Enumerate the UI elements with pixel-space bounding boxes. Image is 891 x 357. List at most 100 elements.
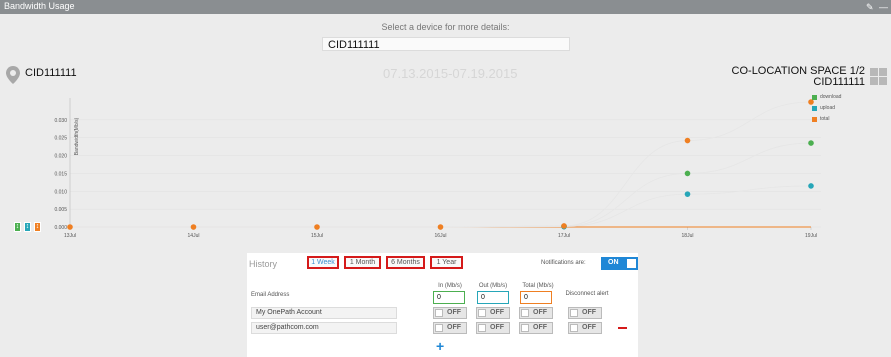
toggle-state: OFF xyxy=(447,324,461,331)
out-threshold-input[interactable]: 0 xyxy=(477,291,509,304)
y-tick-label: 0.025 xyxy=(54,136,67,142)
grid-view-icon[interactable] xyxy=(870,68,878,76)
y-tick-label: 0.030 xyxy=(54,118,67,124)
disconnect-alert-toggle[interactable]: OFF xyxy=(568,322,602,334)
grid-view-icon[interactable] xyxy=(879,68,887,76)
toggle-knob xyxy=(627,259,636,268)
remove-icon[interactable] xyxy=(618,327,627,329)
toggle-knob xyxy=(521,309,529,317)
location-pin-icon xyxy=(6,66,20,84)
zoom-orange-icon[interactable]: ↕ xyxy=(34,222,41,232)
toggle-state: OFF xyxy=(447,309,461,316)
disconnect-column-header: Disconnect alert xyxy=(565,291,609,297)
zoom-green-icon[interactable]: ↕ xyxy=(14,222,21,232)
legend-label: upload xyxy=(820,105,836,111)
toggle-state: OFF xyxy=(582,309,596,316)
in-alert-toggle[interactable]: OFF xyxy=(433,322,467,334)
bandwidth-chart: 0.000 0.005 0.010 0.015 0.020 0.025 0.030 Bandw… xyxy=(54,98,821,239)
total-threshold-input[interactable]: 0 xyxy=(520,291,552,304)
legend-item-download[interactable]: download xyxy=(812,94,841,100)
toggle-knob xyxy=(435,309,443,317)
toggle-state: OFF xyxy=(533,324,547,331)
device-select-prompt: Select a device for more details: xyxy=(381,22,510,32)
device-select-input[interactable]: CID111111 xyxy=(322,37,570,51)
total-alert-toggle[interactable]: OFF xyxy=(519,322,553,334)
series-line-upload xyxy=(69,185,812,228)
total-alert-toggle[interactable]: OFF xyxy=(519,307,553,319)
add-icon[interactable]: + xyxy=(436,339,444,353)
y-tick-label: 0.010 xyxy=(54,189,67,195)
email-field[interactable]: user@pathcom.com xyxy=(251,322,397,334)
data-point-upload xyxy=(808,183,814,189)
email-field[interactable]: My OnePath Account xyxy=(251,307,397,319)
in-alert-toggle[interactable]: OFF xyxy=(433,307,467,319)
y-tick-label: 0.000 xyxy=(54,225,67,231)
list-view-icon[interactable] xyxy=(870,77,878,85)
toggle-knob xyxy=(570,324,578,332)
minimize-icon[interactable]: — xyxy=(879,1,888,13)
toggle-state: OFF xyxy=(533,309,547,316)
legend-item-upload[interactable]: upload xyxy=(812,105,841,111)
data-point-upload xyxy=(684,191,691,197)
disconnect-alert-toggle[interactable]: OFF xyxy=(568,307,602,319)
pin-icon[interactable]: ✎ xyxy=(866,1,874,13)
x-tick-label: 15Jul xyxy=(311,233,323,239)
toggle-knob xyxy=(435,324,443,332)
in-threshold-input[interactable]: 0 xyxy=(433,291,465,304)
in-column-header: In (Mb/s) xyxy=(438,283,462,289)
x-tick-label: 18Jul xyxy=(682,233,694,239)
range-1-week-button[interactable]: 1 Week xyxy=(307,256,339,269)
legend-label: total xyxy=(820,116,830,122)
data-point-download xyxy=(684,170,691,177)
x-tick-label: 16Jul xyxy=(435,233,447,239)
history-label: History xyxy=(249,259,278,269)
location-device: CID111111 xyxy=(813,76,865,88)
series-line-total xyxy=(69,101,812,228)
notifications-toggle[interactable]: ON xyxy=(601,257,638,270)
y-tick-label: 0.015 xyxy=(54,171,67,177)
x-tick-label: 17Jul xyxy=(558,233,570,239)
x-tick-label: 13Jul xyxy=(64,233,76,239)
chart-legend: download upload total xyxy=(812,94,841,127)
date-range: 07.13.2015-07.19.2015 xyxy=(383,66,518,81)
y-axis-label: Bandwidth(Mb/s) xyxy=(74,117,80,155)
legend-swatch xyxy=(812,116,817,122)
data-point-total xyxy=(437,224,444,230)
out-column-header: Out (Mb/s) xyxy=(478,283,508,289)
toggle-state: OFF xyxy=(490,324,504,331)
total-column-header: Total (Mb/s) xyxy=(522,283,554,289)
range-1-month-button[interactable]: 1 Month xyxy=(344,256,381,269)
list-view-icon[interactable] xyxy=(879,77,887,85)
notifications-state: ON xyxy=(608,259,619,266)
data-point-total xyxy=(190,224,197,230)
window-titlebar: Bandwidth Usage ✎ — xyxy=(0,0,891,14)
toggle-state: OFF xyxy=(490,309,504,316)
email-column-header: Email Address xyxy=(251,292,290,298)
out-alert-toggle[interactable]: OFF xyxy=(476,307,510,319)
out-alert-toggle[interactable]: OFF xyxy=(476,322,510,334)
x-tick-label: 19Jul xyxy=(805,233,817,239)
legend-swatch xyxy=(812,94,817,100)
device-name: CID111111 xyxy=(25,67,77,79)
zoom-blue-icon[interactable]: ↕ xyxy=(24,222,31,232)
range-1-year-button[interactable]: 1 Year xyxy=(430,256,463,269)
x-tick-label: 14Jul xyxy=(188,233,200,239)
legend-label: download xyxy=(820,94,842,100)
data-point-total xyxy=(314,224,320,230)
data-point-total xyxy=(67,224,73,230)
window-title: Bandwidth Usage xyxy=(4,1,75,11)
y-tick-label: 0.005 xyxy=(54,207,67,213)
toggle-knob xyxy=(521,324,529,332)
y-tick-label: 0.020 xyxy=(54,154,67,160)
range-6-months-button[interactable]: 6 Months xyxy=(386,256,425,269)
data-point-total xyxy=(561,223,567,229)
legend-swatch xyxy=(812,105,817,111)
toggle-state: OFF xyxy=(582,324,596,331)
toggle-knob xyxy=(478,324,486,332)
data-point-total xyxy=(684,137,691,144)
toggle-knob xyxy=(570,309,578,317)
data-point-download xyxy=(808,140,814,146)
toggle-knob xyxy=(478,309,486,317)
legend-item-total[interactable]: total xyxy=(812,116,841,122)
notifications-label: Notifications are: xyxy=(541,260,586,266)
